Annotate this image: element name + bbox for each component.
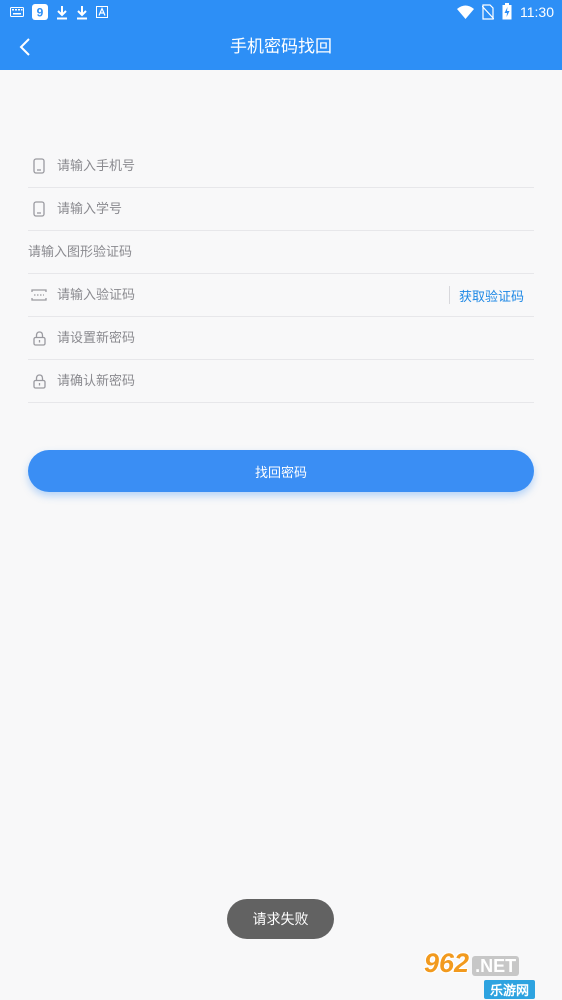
phone-icon — [30, 200, 48, 218]
lock-icon — [30, 372, 48, 390]
captcha-row — [28, 231, 534, 274]
app-notification-icon: 9 — [32, 4, 48, 20]
wifi-icon — [457, 5, 474, 19]
svg-text:9: 9 — [37, 6, 44, 20]
watermark-logo: 962 .NET 乐游网 — [424, 947, 558, 999]
phone-row — [28, 145, 534, 188]
status-bar: 9 11:30 — [0, 0, 562, 24]
captcha-input[interactable] — [28, 237, 534, 267]
download-icon — [57, 5, 67, 19]
error-toast: 请求失败 — [227, 899, 334, 939]
sms-code-row: 获取验证码 — [28, 274, 534, 317]
watermark-net: .NET — [472, 955, 520, 976]
app-bar: 手机密码找回 — [0, 24, 562, 70]
status-time: 11:30 — [520, 3, 554, 20]
confirm-password-input[interactable] — [57, 366, 534, 396]
battery-charging-icon — [502, 3, 512, 20]
back-button[interactable] — [10, 32, 40, 62]
screen: 9 11:30 手机密码找回 请输入手机号 请输入学号 请输入图形验证码 请输入… — [0, 0, 562, 1000]
back-arrow-icon — [19, 38, 30, 56]
status-right-icons: 11:30 — [457, 3, 554, 20]
watermark-logo-text: 962 .NET — [424, 947, 520, 979]
recover-password-button[interactable]: 找回密码 — [28, 450, 534, 492]
get-code-button[interactable]: 获取验证码 — [459, 286, 524, 305]
watermark-sub: 乐游网 — [484, 979, 536, 999]
student-id-row — [28, 188, 534, 231]
confirm-password-row — [28, 360, 534, 403]
recovery-form: 获取验证码 — [28, 145, 534, 403]
keyboard-icon — [10, 7, 24, 17]
download-icon — [77, 5, 87, 19]
phone-icon — [30, 157, 48, 175]
new-password-input[interactable] — [57, 323, 534, 353]
phone-input[interactable] — [57, 151, 534, 181]
watermark-number: 962 — [424, 947, 470, 978]
text-notification-icon — [96, 6, 108, 18]
new-password-row — [28, 317, 534, 360]
student-id-input[interactable] — [57, 194, 534, 224]
sms-code-input[interactable] — [57, 280, 449, 310]
lock-icon — [30, 329, 48, 347]
no-sim-icon — [482, 3, 494, 20]
sms-code-icon — [30, 286, 48, 304]
status-left-icons: 9 — [10, 4, 108, 20]
page-title: 手机密码找回 — [230, 37, 332, 57]
divider — [448, 286, 450, 304]
